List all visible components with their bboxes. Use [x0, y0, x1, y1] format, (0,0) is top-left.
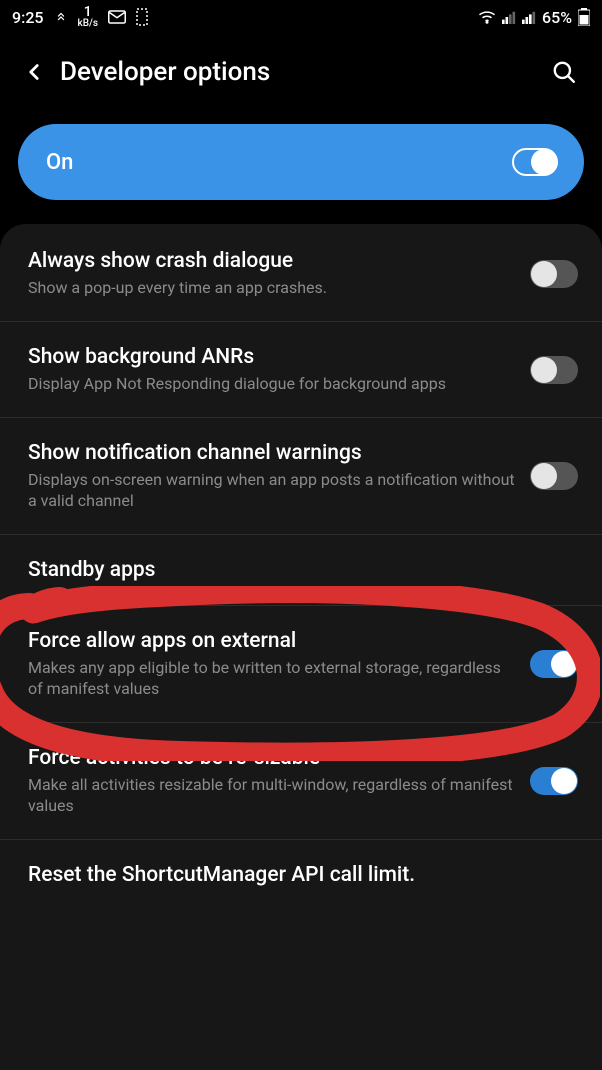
row-force-external[interactable]: Force allow apps on external Makes any a…	[0, 606, 602, 723]
page-title: Developer options	[60, 57, 544, 87]
toggle-notif-channel[interactable]	[530, 462, 578, 490]
row-title: Reset the ShortcutManager API call limit…	[28, 862, 564, 888]
row-notif-channel[interactable]: Show notification channel warnings Displ…	[0, 418, 602, 535]
search-icon	[551, 59, 577, 85]
row-title: Show notification channel warnings	[28, 440, 516, 466]
row-reset-shortcut[interactable]: Reset the ShortcutManager API call limit…	[0, 840, 602, 910]
signal-icon-2	[522, 10, 536, 24]
row-title: Force activities to be re-sizable	[28, 745, 516, 771]
wifi-icon	[478, 10, 496, 24]
upload-indicator-icon	[54, 10, 68, 24]
search-button[interactable]	[544, 52, 584, 92]
battery-icon	[578, 8, 590, 26]
toggle-force-external[interactable]	[530, 650, 578, 678]
row-subtitle: Displays on-screen warning when an app p…	[28, 470, 516, 512]
row-title: Always show crash dialogue	[28, 248, 516, 274]
row-title: Show background ANRs	[28, 344, 516, 370]
row-subtitle: Show a pop-up every time an app crashes.	[28, 278, 516, 299]
page-header: Developer options	[0, 34, 602, 114]
row-force-resizable[interactable]: Force activities to be re-sizable Make a…	[0, 723, 602, 840]
network-speed: 1 kB/s	[78, 5, 99, 29]
row-title: Standby apps	[28, 557, 564, 583]
status-time: 9:25	[12, 8, 44, 27]
row-subtitle: Display App Not Responding dialogue for …	[28, 374, 516, 395]
master-toggle-card[interactable]: On	[18, 124, 584, 200]
master-toggle-label: On	[46, 150, 73, 175]
row-background-anrs[interactable]: Show background ANRs Display App Not Res…	[0, 322, 602, 418]
dashed-box-icon	[136, 8, 148, 26]
status-bar: 9:25 1 kB/s 65%	[0, 0, 602, 34]
back-button[interactable]	[14, 52, 54, 92]
battery-percent: 65%	[542, 8, 572, 27]
mail-icon	[108, 10, 126, 24]
row-title: Force allow apps on external	[28, 628, 516, 654]
row-subtitle: Makes any app eligible to be written to …	[28, 658, 516, 700]
chevron-left-icon	[21, 59, 47, 85]
settings-panel: Always show crash dialogue Show a pop-up…	[0, 224, 602, 1070]
row-always-crash[interactable]: Always show crash dialogue Show a pop-up…	[0, 226, 602, 322]
row-subtitle: Make all activities resizable for multi-…	[28, 775, 516, 817]
signal-icon-1	[502, 10, 516, 24]
row-standby-apps[interactable]: Standby apps	[0, 535, 602, 606]
toggle-force-resizable[interactable]	[530, 767, 578, 795]
toggle-background-anrs[interactable]	[530, 356, 578, 384]
toggle-always-crash[interactable]	[530, 260, 578, 288]
master-toggle-switch[interactable]	[512, 148, 558, 176]
